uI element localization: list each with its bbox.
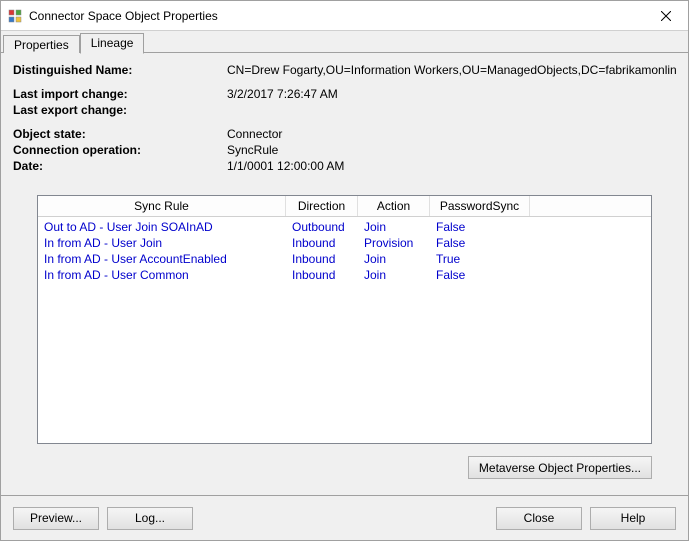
close-dialog-button[interactable]: Close [496, 507, 582, 530]
footer: Preview... Log... Close Help [1, 496, 688, 540]
col-header-direction[interactable]: Direction [286, 196, 358, 216]
col-header-action[interactable]: Action [358, 196, 430, 216]
cell-password-sync: False [430, 267, 530, 283]
cell-action: Join [358, 251, 430, 267]
cell-sync-rule: Out to AD - User Join SOAInAD [38, 219, 286, 235]
dialog-window: Connector Space Object Properties Proper… [0, 0, 689, 541]
window-title: Connector Space Object Properties [29, 9, 643, 23]
col-header-sync-rule[interactable]: Sync Rule [38, 196, 286, 216]
tab-strip: Properties Lineage [1, 31, 688, 53]
log-button[interactable]: Log... [107, 507, 193, 530]
tab-lineage[interactable]: Lineage [80, 33, 145, 54]
label-connection-operation: Connection operation: [13, 143, 223, 157]
col-header-password-sync[interactable]: PasswordSync [430, 196, 530, 216]
cell-sync-rule: In from AD - User AccountEnabled [38, 251, 286, 267]
table-row[interactable]: In from AD - User CommonInboundJoinFalse [38, 267, 651, 283]
cell-password-sync: False [430, 219, 530, 235]
tab-properties[interactable]: Properties [3, 35, 80, 53]
value-date: 1/1/0001 12:00:00 AM [227, 159, 676, 173]
grid-body: Out to AD - User Join SOAInADOutboundJoi… [38, 217, 651, 443]
label-object-state: Object state: [13, 127, 223, 141]
value-distinguished-name: CN=Drew Fogarty,OU=Information Workers,O… [227, 63, 676, 77]
label-last-export-change: Last export change: [13, 103, 223, 117]
cell-action: Join [358, 219, 430, 235]
cell-direction: Inbound [286, 267, 358, 283]
label-last-import-change: Last import change: [13, 87, 223, 101]
close-button[interactable] [643, 1, 688, 30]
cell-password-sync: False [430, 235, 530, 251]
cell-sync-rule: In from AD - User Common [38, 267, 286, 283]
table-row[interactable]: Out to AD - User Join SOAInADOutboundJoi… [38, 219, 651, 235]
value-connection-operation: SyncRule [227, 143, 676, 157]
value-last-export-change [227, 103, 676, 117]
sync-rule-grid: Sync Rule Direction Action PasswordSync … [37, 195, 652, 444]
label-date: Date: [13, 159, 223, 173]
tabpage-lineage: Distinguished Name: CN=Drew Fogarty,OU=I… [1, 53, 688, 495]
table-row[interactable]: In from AD - User JoinInboundProvisionFa… [38, 235, 651, 251]
cell-direction: Inbound [286, 235, 358, 251]
app-icon [7, 8, 23, 24]
metaverse-button-row: Metaverse Object Properties... [13, 452, 676, 487]
value-last-import-change: 3/2/2017 7:26:47 AM [227, 87, 676, 101]
cell-direction: Inbound [286, 251, 358, 267]
preview-button[interactable]: Preview... [13, 507, 99, 530]
label-distinguished-name: Distinguished Name: [13, 63, 223, 77]
col-header-spacer [530, 196, 651, 216]
cell-direction: Outbound [286, 219, 358, 235]
titlebar: Connector Space Object Properties [1, 1, 688, 31]
metaverse-object-properties-button[interactable]: Metaverse Object Properties... [468, 456, 652, 479]
cell-password-sync: True [430, 251, 530, 267]
client-area: Properties Lineage Distinguished Name: C… [1, 31, 688, 540]
grid-header-row: Sync Rule Direction Action PasswordSync [38, 196, 651, 217]
help-button[interactable]: Help [590, 507, 676, 530]
cell-action: Provision [358, 235, 430, 251]
cell-action: Join [358, 267, 430, 283]
cell-sync-rule: In from AD - User Join [38, 235, 286, 251]
value-object-state: Connector [227, 127, 676, 141]
details-grid: Distinguished Name: CN=Drew Fogarty,OU=I… [13, 63, 676, 173]
table-row[interactable]: In from AD - User AccountEnabledInboundJ… [38, 251, 651, 267]
